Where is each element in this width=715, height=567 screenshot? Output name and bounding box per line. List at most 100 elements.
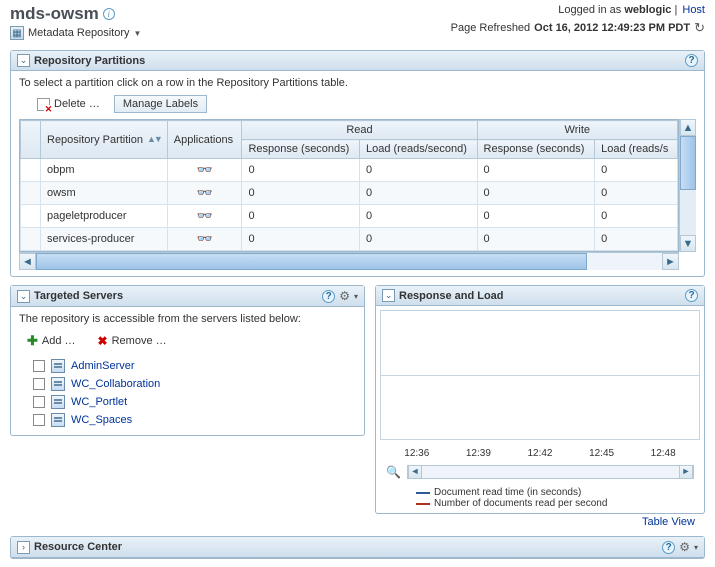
partitions-title: Repository Partitions	[34, 55, 681, 67]
gear-icon[interactable]: ⚙	[339, 289, 350, 303]
cell-name: owsm	[41, 182, 168, 205]
col-read[interactable]: Read	[242, 121, 477, 140]
expand-button[interactable]: ›	[17, 541, 30, 554]
col-write-load[interactable]: Load (reads/s	[595, 140, 678, 159]
legend-swatch-blue	[416, 492, 430, 494]
table-view-link[interactable]: Table View	[375, 514, 705, 528]
checkbox[interactable]	[33, 378, 45, 390]
cell-read-resp: 0	[242, 159, 360, 182]
refresh-time: Oct 16, 2012 12:49:23 PM PDT	[534, 22, 690, 34]
x-tick: 12:39	[466, 448, 491, 459]
page-title: mds-owsm	[10, 4, 99, 24]
cell-read-resp: 0	[242, 205, 360, 228]
scroll-down-icon[interactable]: ▼	[680, 235, 696, 252]
repository-menu-label: Metadata Repository	[28, 27, 130, 39]
manage-labels-label: Manage Labels	[123, 98, 198, 110]
partitions-hint: To select a partition click on a row in …	[19, 77, 696, 89]
cell-write-resp: 0	[477, 182, 595, 205]
cell-write-resp: 0	[477, 228, 595, 251]
scroll-thumb[interactable]	[36, 253, 587, 270]
collapse-button[interactable]: ⌄	[382, 289, 395, 302]
list-item: WC_Portlet	[33, 393, 356, 411]
cell-name: services-producer	[41, 228, 168, 251]
server-link[interactable]: WC_Spaces	[71, 414, 132, 426]
resource-center-panel: › Resource Center ? ⚙ ▾	[10, 536, 705, 559]
scroll-right-icon[interactable]: ►	[679, 466, 693, 478]
checkbox[interactable]	[33, 360, 45, 372]
table-row[interactable]: owsm 👓 0 0 0 0	[21, 182, 678, 205]
info-icon[interactable]: i	[103, 8, 115, 20]
chart-canvas	[380, 310, 700, 440]
collapse-button[interactable]: ⌄	[17, 54, 30, 67]
table-row[interactable]: obpm 👓 0 0 0 0	[21, 159, 678, 182]
legend-label-2: Number of documents read per second	[434, 498, 607, 509]
partitions-table: Repository Partition ▲▼ Applications Rea…	[20, 120, 678, 251]
server-link[interactable]: WC_Portlet	[71, 396, 127, 408]
chevron-down-icon: ▼	[134, 29, 142, 38]
x-tick: 12:48	[651, 448, 676, 459]
v-scroll-thumb[interactable]	[680, 136, 696, 190]
server-link[interactable]: AdminServer	[71, 360, 135, 372]
glasses-icon[interactable]: 👓	[174, 231, 236, 247]
v-scrollbar[interactable]: ▲ ▼	[679, 119, 696, 252]
checkbox[interactable]	[33, 396, 45, 408]
x-icon: ✖	[98, 334, 108, 348]
delete-button[interactable]: Delete …	[29, 95, 108, 113]
targeted-servers-panel: ⌄ Targeted Servers ? ⚙ ▾ The repository …	[10, 285, 365, 436]
cell-write-load: 0	[595, 159, 678, 182]
server-link[interactable]: WC_Collaboration	[71, 378, 160, 390]
scroll-right-icon[interactable]: ►	[662, 253, 679, 270]
col-read-response[interactable]: Response (seconds)	[242, 140, 360, 159]
scroll-up-icon[interactable]: ▲	[680, 119, 696, 136]
help-icon[interactable]: ?	[685, 54, 698, 67]
cell-name: obpm	[41, 159, 168, 182]
plus-icon: ✚	[27, 333, 38, 349]
sort-icon: ▲▼	[147, 134, 161, 144]
refresh-icon[interactable]: ↻	[694, 20, 705, 36]
host-link[interactable]: Host	[682, 4, 705, 16]
help-icon[interactable]: ?	[322, 290, 335, 303]
scroll-left-icon[interactable]: ◄	[408, 466, 422, 478]
manage-labels-button[interactable]: Manage Labels	[114, 95, 207, 113]
chart-scrollbar[interactable]: ◄ ►	[407, 465, 694, 479]
checkbox[interactable]	[33, 414, 45, 426]
delete-label: Delete …	[54, 98, 100, 110]
glasses-icon[interactable]: 👓	[174, 185, 236, 201]
logged-in-prefix: Logged in as	[558, 4, 624, 16]
magnifier-icon[interactable]: 🔍	[386, 465, 401, 479]
help-icon[interactable]: ?	[685, 289, 698, 302]
col-read-load[interactable]: Load (reads/second)	[359, 140, 477, 159]
collapse-button[interactable]: ⌄	[17, 290, 30, 303]
chevron-down-icon: ▾	[694, 543, 698, 552]
x-tick: 12:42	[527, 448, 552, 459]
remove-server-button[interactable]: ✖ Remove …	[90, 331, 175, 351]
repository-menu[interactable]: ▦ Metadata Repository ▼	[10, 26, 451, 40]
col-write-response[interactable]: Response (seconds)	[477, 140, 595, 159]
cell-read-resp: 0	[242, 228, 360, 251]
cell-read-resp: 0	[242, 182, 360, 205]
h-scrollbar[interactable]: ◄ ►	[19, 252, 679, 270]
col-partition[interactable]: Repository Partition ▲▼	[41, 121, 168, 159]
list-item: AdminServer	[33, 357, 356, 375]
table-row[interactable]: pageletproducer 👓 0 0 0 0	[21, 205, 678, 228]
cell-name: pageletproducer	[41, 205, 168, 228]
list-item: WC_Spaces	[33, 411, 356, 429]
add-label: Add …	[42, 335, 76, 347]
col-applications[interactable]: Applications	[167, 121, 242, 159]
cell-write-load: 0	[595, 228, 678, 251]
targeted-title: Targeted Servers	[34, 290, 318, 302]
cell-read-load: 0	[359, 205, 477, 228]
server-icon	[51, 359, 65, 373]
table-row[interactable]: services-producer 👓 0 0 0 0	[21, 228, 678, 251]
col-write[interactable]: Write	[477, 121, 677, 140]
server-icon	[51, 413, 65, 427]
glasses-icon[interactable]: 👓	[174, 208, 236, 224]
scroll-left-icon[interactable]: ◄	[19, 253, 36, 270]
add-server-button[interactable]: ✚ Add …	[19, 331, 84, 351]
help-icon[interactable]: ?	[662, 541, 675, 554]
gear-icon[interactable]: ⚙	[679, 540, 690, 554]
logged-in-user: weblogic	[624, 4, 671, 16]
x-tick: 12:45	[589, 448, 614, 459]
chart-x-axis: 12:3612:3912:4212:4512:48	[376, 444, 704, 463]
glasses-icon[interactable]: 👓	[174, 162, 236, 178]
